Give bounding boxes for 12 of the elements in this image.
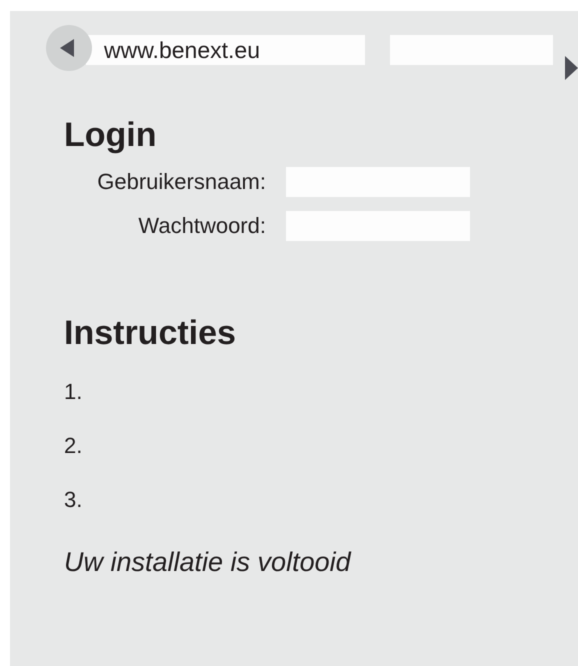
field-label: Gebruikersnaam: — [96, 168, 266, 196]
url-field[interactable]: www.benext.eu — [86, 35, 365, 65]
instructions-heading: Instructies — [64, 313, 237, 353]
field-label: Wachtwoord: — [137, 212, 266, 240]
back-icon — [60, 39, 74, 57]
back-button[interactable] — [46, 25, 92, 71]
step-number: 3. — [64, 486, 84, 514]
status-message: Uw installatie is voltooid — [64, 547, 352, 578]
step-number: 1. — [64, 378, 84, 406]
forward-icon[interactable] — [565, 56, 578, 80]
step-number: 2. — [64, 432, 84, 460]
login-heading: Login — [64, 115, 158, 155]
